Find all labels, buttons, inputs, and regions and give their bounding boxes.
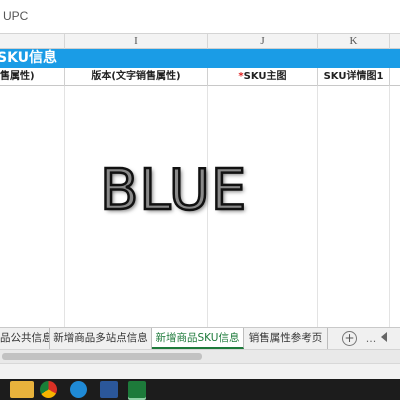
scrollbar-thumb[interactable] bbox=[2, 353, 202, 360]
formula-bar[interactable]: UPC bbox=[0, 0, 400, 34]
header-sku-main-image-label: SKU主图 bbox=[243, 71, 287, 82]
taskbar bbox=[0, 379, 400, 400]
section-title: SKU信息 bbox=[0, 50, 58, 66]
header-cell-sku-main-image[interactable]: *SKU主图 bbox=[208, 68, 318, 86]
column-header-k[interactable]: K bbox=[318, 34, 390, 49]
word-icon[interactable] bbox=[100, 381, 118, 398]
edge-icon[interactable] bbox=[70, 381, 87, 398]
overlay-text: BLUE bbox=[99, 157, 248, 225]
status-bar bbox=[0, 363, 400, 379]
field-header-row: 售属性) 版本(文字销售属性) *SKU主图 SKU详情图1 bbox=[0, 68, 400, 86]
column-header-l[interactable] bbox=[390, 34, 400, 49]
plus-circle-icon[interactable]: + bbox=[342, 331, 357, 346]
formula-bar-value[interactable]: UPC bbox=[3, 9, 28, 23]
section-title-row[interactable]: SKU信息 bbox=[0, 49, 400, 68]
chrome-icon[interactable] bbox=[40, 381, 57, 398]
tab-public-info[interactable]: 品公共信息 bbox=[0, 328, 50, 349]
grid-line bbox=[64, 86, 65, 327]
column-header-i[interactable]: I bbox=[65, 34, 208, 49]
tab-sku-info[interactable]: 新增商品SKU信息 bbox=[152, 328, 244, 349]
triangle-left-icon[interactable] bbox=[381, 332, 387, 342]
excel-icon[interactable] bbox=[128, 381, 146, 398]
tab-multi-site-info[interactable]: 新增商品多站点信息 bbox=[50, 328, 152, 349]
header-version-label: 版本(文字销售属性) bbox=[91, 71, 181, 82]
header-partial-label: 售属性) bbox=[0, 71, 35, 82]
ellipsis-icon[interactable]: ... bbox=[362, 328, 380, 349]
horizontal-scrollbar[interactable] bbox=[0, 349, 400, 363]
column-header-j[interactable]: J bbox=[208, 34, 318, 49]
header-cell-partial[interactable]: 售属性) bbox=[0, 68, 65, 86]
grid-line bbox=[317, 86, 318, 327]
column-header-row: I J K bbox=[0, 34, 400, 49]
header-cell-version[interactable]: 版本(文字销售属性) bbox=[65, 68, 208, 86]
column-header-h[interactable] bbox=[0, 34, 65, 49]
grid-line bbox=[389, 86, 390, 327]
tab-sales-attr-reference[interactable]: 销售属性参考页 bbox=[244, 328, 328, 349]
folder-icon[interactable] bbox=[10, 381, 34, 398]
header-cell-sku-detail-image-1[interactable]: SKU详情图1 bbox=[318, 68, 390, 86]
header-sku-detail-image-1-label: SKU详情图1 bbox=[323, 71, 384, 82]
sheet-tab-bar: 品公共信息 新增商品多站点信息 新增商品SKU信息 销售属性参考页 + ... bbox=[0, 327, 400, 349]
